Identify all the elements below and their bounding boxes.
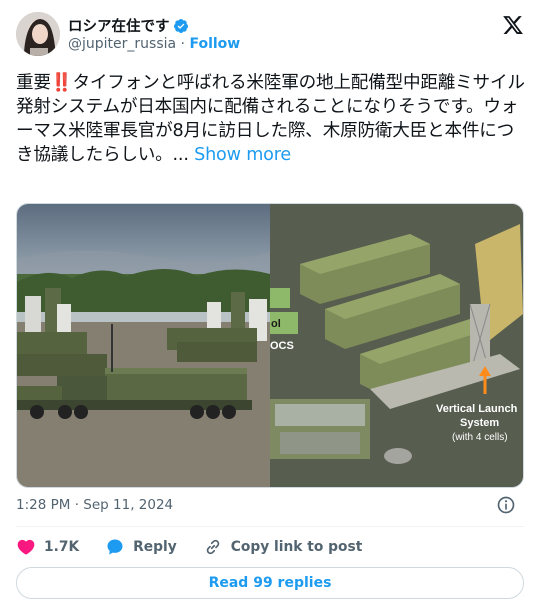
label-ol: ol (271, 318, 281, 330)
copy-link-button[interactable]: Copy link to post (203, 537, 363, 557)
verified-badge-icon (173, 18, 188, 33)
follow-button[interactable]: Follow (189, 36, 240, 52)
media-grid: ol OCS Vertical Launch System (with 4 ce… (16, 203, 524, 488)
reply-button[interactable]: Reply (105, 537, 177, 557)
tweet-text: 重要‼️タイフォンと呼ばれる米陸軍の地上配備型中距離ミサイル発射システムが日本国… (16, 71, 528, 167)
author-handle[interactable]: @jupiter_russia (68, 36, 176, 52)
author-handle-row: @jupiter_russia · Follow (68, 36, 240, 52)
read-replies-label: Read 99 replies (208, 575, 332, 591)
label-vls-line1: Vertical Launch (436, 403, 518, 415)
label-vls-line3: (with 4 cells) (452, 432, 508, 443)
avatar-image (16, 12, 60, 56)
reply-label: Reply (133, 539, 177, 555)
heart-icon (17, 539, 35, 555)
like-count: 1.7K (44, 539, 80, 555)
label-ocs: OCS (270, 340, 294, 352)
photo-launcher-diagram[interactable]: ol OCS Vertical Launch System (with 4 ce… (270, 204, 523, 487)
author-display-name[interactable]: ロシア在住です (68, 15, 170, 36)
photo-launcher-field[interactable] (17, 204, 270, 487)
divider (16, 526, 524, 527)
info-icon[interactable] (496, 495, 516, 515)
launcher-field-image (17, 204, 270, 487)
label-vls-line2: System (460, 417, 499, 429)
launcher-diagram-image: ol OCS Vertical Launch System (with 4 ce… (270, 204, 523, 487)
x-logo-icon[interactable] (502, 14, 524, 36)
post-date[interactable]: Sep 11, 2024 (83, 497, 173, 513)
read-replies-button[interactable]: Read 99 replies (16, 567, 524, 599)
time-separator: · (74, 497, 79, 513)
action-bar: 1.7K Reply Copy link to post (16, 536, 388, 558)
link-icon (206, 539, 219, 555)
copy-link-label: Copy link to post (230, 539, 363, 555)
post-time[interactable]: 1:28 PM (16, 497, 70, 513)
show-more-link[interactable]: Show more (194, 145, 291, 165)
tweet-card: ロシア在住です @jupiter_russia · Follow 重要‼️タイフ… (0, 0, 540, 614)
author-name-row[interactable]: ロシア在住です (68, 15, 189, 36)
like-button[interactable]: 1.7K (16, 537, 79, 557)
reply-bubble-icon (107, 539, 123, 555)
timestamp-row: 1:28 PM · Sep 11, 2024 (16, 495, 524, 515)
handle-separator: · (180, 36, 185, 52)
avatar[interactable] (16, 12, 60, 56)
